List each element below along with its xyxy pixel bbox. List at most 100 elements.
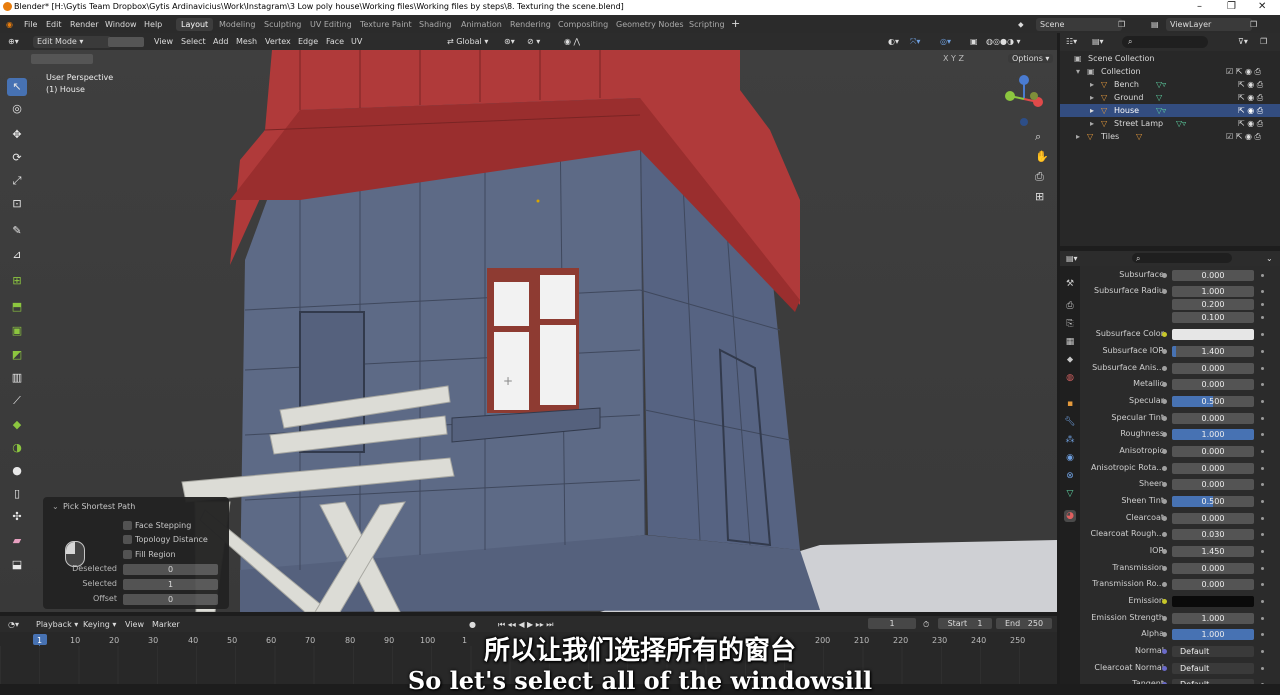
keyframe-dot-icon[interactable] (1261, 274, 1264, 277)
close-icon[interactable]: ✕ (1258, 1, 1266, 12)
display-mode-icon[interactable]: ▤▾ (1092, 36, 1104, 48)
navigation-gizmo[interactable] (1000, 74, 1050, 129)
keyframe-dot-icon[interactable] (1261, 467, 1264, 470)
socket-icon[interactable] (1162, 449, 1167, 454)
tab-sculpting[interactable]: Sculpting (259, 18, 306, 31)
visibility-icon[interactable]: ◐▾ (888, 36, 899, 48)
bevel-tool-icon[interactable]: ◩ (7, 346, 27, 364)
scene-selector[interactable]: Scene (1036, 18, 1122, 31)
keyframe-dot-icon[interactable] (1261, 383, 1264, 386)
render-tab-icon[interactable]: ⎙ (1064, 300, 1076, 312)
socket-icon[interactable] (1162, 289, 1167, 294)
tab-scripting[interactable]: Scripting (684, 18, 730, 31)
expand-arrow-icon[interactable]: ▸ (1090, 91, 1094, 104)
menu-edit[interactable]: Edit (46, 20, 62, 29)
keyframe-dot-icon[interactable] (1261, 550, 1264, 553)
minimize-icon[interactable]: – (1197, 1, 1202, 12)
view-layer-tab-icon[interactable]: ▦ (1064, 336, 1076, 348)
extrude-tool-icon[interactable]: ⬒ (7, 298, 27, 316)
property-value-field[interactable]: 0.000 (1172, 379, 1254, 390)
panel-collapse-icon[interactable]: ⌄ (52, 502, 59, 511)
physics-tab-icon[interactable]: ◉ (1064, 452, 1076, 464)
keyframe-dot-icon[interactable] (1261, 617, 1264, 620)
socket-icon[interactable] (1162, 432, 1167, 437)
row-toggles[interactable]: ⇱ ◉ ⎙ (1238, 104, 1263, 117)
property-value-field[interactable]: 1.000 (1172, 286, 1254, 297)
socket-icon[interactable] (1162, 616, 1167, 621)
socket-icon[interactable] (1162, 566, 1167, 571)
property-value-field[interactable]: 0.000 (1172, 446, 1254, 457)
outliner-search-input[interactable]: ⌕ (1122, 36, 1208, 48)
inset-tool-icon[interactable]: ▣ (7, 322, 27, 340)
row-toggles[interactable]: ☑ ⇱ ◉ ⎙ (1226, 65, 1261, 78)
properties-editor-icon[interactable]: ▤▾ (1066, 253, 1078, 265)
particles-tab-icon[interactable]: ⁂ (1064, 434, 1076, 446)
keyframe-dot-icon[interactable] (1261, 583, 1264, 586)
spin-tool-icon[interactable]: ◑ (7, 439, 27, 457)
options-dropdown[interactable]: Options ▾ (1008, 54, 1054, 63)
menu-face[interactable]: Face (326, 36, 344, 48)
camera-icon[interactable]: ⎙ (1035, 170, 1044, 184)
blender-menu-icon[interactable]: ◉ (6, 20, 13, 29)
expand-arrow-icon[interactable]: ▸ (1076, 130, 1080, 143)
tab-modeling[interactable]: Modeling (214, 18, 260, 31)
gizmo-icon[interactable]: ⤧▾ (910, 36, 920, 48)
mode-selector[interactable]: Edit Mode ▾ (33, 36, 111, 48)
zoom-icon[interactable]: ⌕ (1035, 130, 1041, 144)
new-collection-icon[interactable]: ❐ (1260, 36, 1267, 48)
shear-tool-icon[interactable]: ▰ (7, 532, 27, 550)
socket-icon[interactable] (1162, 399, 1167, 404)
knife-tool-icon[interactable]: ⟋ (7, 392, 27, 410)
property-value-field[interactable]: 1.000 (1172, 429, 1254, 440)
property-value-field[interactable]: 0.100 (1172, 312, 1254, 323)
selected-field[interactable]: 1 (123, 579, 218, 590)
axis-lock-buttons[interactable]: X Y Z (943, 54, 964, 63)
color-swatch[interactable] (1172, 596, 1254, 607)
expand-arrow-icon[interactable]: ▸ (1090, 104, 1094, 117)
property-value-field[interactable]: 0.200 (1172, 299, 1254, 310)
tab-compositing[interactable]: Compositing (553, 18, 613, 31)
keyframe-dot-icon[interactable] (1261, 500, 1264, 503)
expand-arrow-icon[interactable]: ▸ (1090, 78, 1094, 91)
keyframe-dot-icon[interactable] (1261, 316, 1264, 319)
rotate-tool-icon[interactable]: ⟳ (7, 149, 27, 167)
socket-icon[interactable] (1162, 466, 1167, 471)
smooth-tool-icon[interactable]: ● (7, 462, 27, 480)
poly-build-tool-icon[interactable]: ◆ (7, 416, 27, 434)
keyframe-dot-icon[interactable] (1261, 483, 1264, 486)
menu-uv[interactable]: UV (351, 36, 362, 48)
row-toggles[interactable]: ⇱ ◉ ⎙ (1238, 117, 1263, 130)
select-tool-icon[interactable]: ↖ (7, 78, 27, 96)
expand-arrow-icon[interactable]: ▸ (1090, 117, 1094, 130)
menu-file[interactable]: File (24, 20, 37, 29)
move-tool-icon[interactable]: ✥ (7, 126, 27, 144)
menu-vertex[interactable]: Vertex (265, 36, 291, 48)
output-tab-icon[interactable]: ⎘ (1064, 318, 1076, 330)
property-value-field[interactable]: 0.000 (1172, 413, 1254, 424)
socket-icon[interactable] (1162, 499, 1167, 504)
menu-add[interactable]: Add (213, 36, 229, 48)
constraints-tab-icon[interactable]: ⊗ (1064, 470, 1076, 482)
collection-row[interactable]: ▾ ▣ Collection ☑ ⇱ ◉ ⎙ (1060, 65, 1280, 78)
outliner-item-bench[interactable]: ▸ ▽ Bench ▽▿ ⇱ ◉ ⎙ (1060, 78, 1280, 91)
deselected-field[interactable]: 0 (123, 564, 218, 575)
socket-icon[interactable] (1162, 482, 1167, 487)
menu-mesh[interactable]: Mesh (236, 36, 257, 48)
pivot-icon[interactable]: ⊛▾ (504, 36, 515, 48)
outliner-item-ground[interactable]: ▸ ▽ Ground ▽ ⇱ ◉ ⎙ (1060, 91, 1280, 104)
menu-window[interactable]: Window (105, 20, 137, 29)
material-tab-icon[interactable]: ◕ (1064, 510, 1076, 522)
menu-help[interactable]: Help (144, 20, 162, 29)
property-value-field[interactable]: 0.500 (1172, 496, 1254, 507)
scene-collection-row[interactable]: ▣ Scene Collection (1060, 52, 1280, 65)
outliner-editor-icon[interactable]: ☷▾ (1066, 36, 1077, 48)
keyframe-dot-icon[interactable] (1261, 350, 1264, 353)
tab-uv-editing[interactable]: UV Editing (305, 18, 357, 31)
axis-z[interactable]: Z (958, 54, 963, 63)
cursor-tool-icon[interactable]: ◎ (7, 100, 27, 118)
annotate-tool-icon[interactable]: ✎ (7, 222, 27, 240)
property-value-field[interactable]: 0.000 (1172, 513, 1254, 524)
editor-type-icon[interactable]: ⊕▾ (8, 36, 19, 48)
tool-tab-icon[interactable]: ⚒ (1064, 278, 1076, 290)
view-layer-icon[interactable]: ▤ (1151, 20, 1159, 29)
